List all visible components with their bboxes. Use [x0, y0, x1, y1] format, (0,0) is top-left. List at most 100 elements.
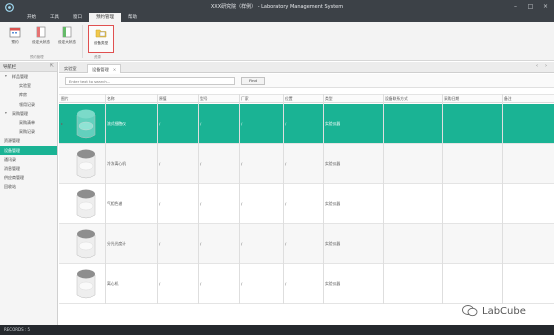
nav-item-usage-records[interactable]: 领用记录 [0, 100, 57, 109]
equipment-type-button[interactable]: 设备类型 [88, 25, 114, 53]
column-divider [442, 94, 443, 304]
nav-item-label: 供应商管理 [4, 175, 24, 181]
column-header[interactable]: 厂家 [241, 96, 249, 102]
set-status-label-2: 设定大状态 [58, 40, 76, 44]
nav-item-procurement[interactable]: ▾ 采购管理 [0, 109, 57, 118]
column-divider [157, 94, 158, 304]
set-status-button-1[interactable]: 设定大状态 [29, 25, 53, 53]
column-header[interactable]: 设备联系方式 [385, 96, 408, 102]
table-cell: / [241, 121, 243, 126]
column-header[interactable]: 名称 [107, 96, 115, 102]
equipment-name: 冷冻离心机 [107, 161, 126, 166]
equipment-name: 离心机 [107, 281, 119, 286]
minimize-icon[interactable]: – [511, 2, 520, 11]
table-cell: / [285, 241, 287, 246]
nav-item-label: 资源管理 [4, 138, 20, 144]
nav-header: 导航栏 ⇱ [0, 62, 57, 72]
nav-item-resource-management[interactable]: 资源管理 [0, 136, 57, 145]
tab-strip: 实验室 设备管理 × ‹ › [59, 62, 554, 73]
equipment-thumbnail [76, 189, 96, 219]
table-row[interactable]: 离心机 / / / / 实验仪器 [59, 264, 554, 304]
table-cell: / [159, 121, 161, 126]
table-cell: / [200, 201, 202, 206]
ribbon-group-booking: 预约管理 [30, 55, 44, 59]
column-divider [323, 94, 324, 304]
nav-item-messages[interactable]: 消息管理 [0, 164, 57, 173]
collapse-arrow-icon[interactable]: ▾ [5, 109, 7, 118]
column-header[interactable]: 型号 [200, 96, 208, 102]
status-bar: RECORDS : 5 [0, 325, 554, 335]
pin-icon[interactable]: ⇱ [50, 63, 54, 69]
set-status-button-2[interactable]: 设定大状态 [55, 25, 79, 53]
table-cell: 实验仪器 [325, 281, 341, 286]
tab-close-icon[interactable]: × [113, 67, 117, 72]
menu-booking-management[interactable]: 预约管理 [89, 13, 121, 22]
title-bar: XXX研究院（样例） - Laboratory Management Syste… [0, 0, 554, 22]
nav-item-equipment-management[interactable]: 设备管理 [0, 145, 57, 155]
tab-label: 设备管理 [92, 67, 109, 72]
column-header[interactable]: 图片 [61, 96, 69, 102]
document-icon [36, 26, 46, 38]
tab-scroll-right-icon[interactable]: › [545, 63, 547, 69]
nav-item-suppliers[interactable]: 供应商管理 [0, 173, 57, 182]
column-divider [239, 94, 240, 304]
equipment-thumbnail [76, 149, 96, 179]
table-cell: / [285, 121, 287, 126]
window-title: XXX研究院（样例） - Laboratory Management Syste… [210, 4, 344, 10]
nav-item-label: 实验室 [19, 83, 31, 89]
nav-item-laboratory[interactable]: 实验室 [0, 81, 57, 90]
table-row[interactable]: 冷冻离心机 / / / / 实验仪器 [59, 144, 554, 184]
table-cell: / [241, 241, 243, 246]
set-status-label-1: 设定大状态 [32, 40, 50, 44]
document-icon [62, 26, 72, 38]
maximize-icon[interactable]: □ [526, 2, 535, 11]
tab-laboratory[interactable]: 实验室 [60, 64, 81, 73]
table-cell: / [200, 161, 202, 166]
ribbon-separator [82, 25, 83, 58]
column-header[interactable]: 原值 [159, 96, 167, 102]
menu-start[interactable]: 开始 [20, 13, 43, 22]
search-input[interactable] [65, 77, 235, 85]
equipment-name: 流式细胞仪 [107, 121, 126, 126]
table-cell: / [200, 241, 202, 246]
table-row[interactable]: 气相色谱 / / / / 实验仪器 [59, 184, 554, 224]
nav-item-contacts[interactable]: 通讯录 [0, 155, 57, 164]
table-cell: / [159, 201, 161, 206]
nav-item-warehouse[interactable]: 库房 [0, 90, 57, 99]
watermark-text: LabCube [482, 305, 526, 317]
nav-item-label: 采购记录 [19, 129, 35, 135]
column-header[interactable]: 位置 [285, 96, 293, 102]
tab-scroll-left-icon[interactable]: ‹ [536, 63, 538, 69]
navigation-panel: 导航栏 ⇱ ▾ 样品管理 实验室 库房 领用记录 ▾ 采购管理 采购清单 采购记录 … [0, 62, 58, 325]
table-cell: / [200, 121, 202, 126]
nav-item-label: 消息管理 [4, 165, 20, 171]
column-header[interactable]: 备注 [504, 96, 512, 102]
tab-equipment-management[interactable]: 设备管理 × [87, 64, 122, 73]
nav-item-purchase-list[interactable]: 采购清单 [0, 118, 57, 127]
booking-button[interactable]: 预约 [3, 25, 27, 53]
table-row[interactable]: ▸ 流式细胞仪 / / / / 实验仪器 [59, 104, 554, 144]
menu-tools[interactable]: 工具 [43, 13, 66, 22]
nav-item-purchase-records[interactable]: 采购记录 [0, 127, 57, 136]
menu-help[interactable]: 帮助 [121, 13, 144, 22]
table-cell: / [159, 241, 161, 246]
table-cell: / [241, 201, 243, 206]
nav-item-sample-management[interactable]: ▾ 样品管理 [0, 72, 57, 81]
column-divider [198, 94, 199, 304]
table-cell: / [285, 281, 287, 286]
menu-window[interactable]: 窗口 [66, 13, 89, 22]
column-header[interactable]: 类型 [325, 96, 333, 102]
record-count: RECORDS : 5 [4, 327, 31, 332]
close-icon[interactable]: × [541, 2, 550, 11]
column-header[interactable]: 采购日期 [444, 96, 459, 102]
equipment-name: 分光光度计 [107, 241, 126, 246]
nav-item-recycle-bin[interactable]: 回收站 [0, 182, 57, 191]
table-row[interactable]: 分光光度计 / / / / 实验仪器 [59, 224, 554, 264]
chat-bubble-icon [462, 305, 478, 317]
nav-item-label: 回收站 [4, 184, 16, 190]
table-cell: 实验仪器 [325, 121, 341, 126]
tab-label: 实验室 [64, 66, 77, 71]
equipment-thumbnail [76, 109, 96, 139]
collapse-arrow-icon[interactable]: ▾ [5, 72, 7, 81]
find-button[interactable]: Find [241, 77, 265, 85]
